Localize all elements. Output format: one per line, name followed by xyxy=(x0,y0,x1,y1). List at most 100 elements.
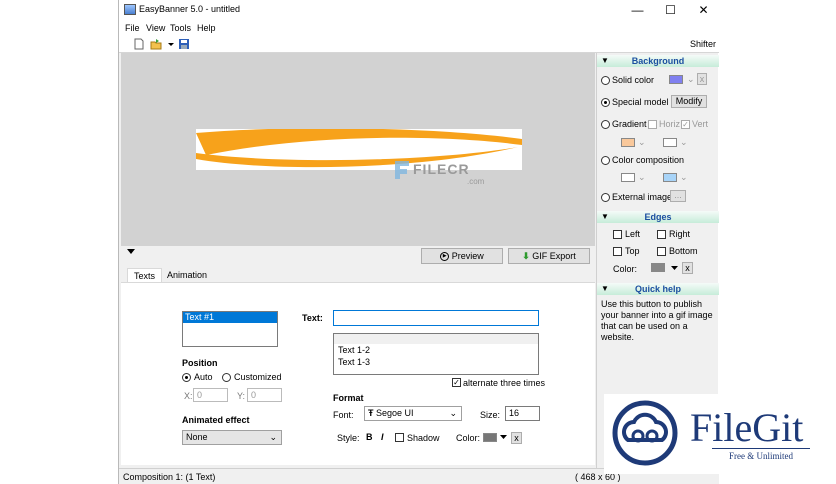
quick-help-header[interactable]: ▼ Quick help xyxy=(597,283,719,295)
clear-color-button[interactable]: x xyxy=(697,73,707,85)
chevron-down-icon[interactable]: ⌄ xyxy=(680,137,688,148)
customized-radio[interactable] xyxy=(222,373,231,382)
special-model-radio[interactable] xyxy=(601,98,610,107)
alternate-text-list[interactable]: Text 1-2 Text 1-3 xyxy=(333,333,539,375)
edge-top-label: Top xyxy=(625,246,640,256)
text-label: Text: xyxy=(302,313,323,323)
chevron-down-icon[interactable]: ⌄ xyxy=(638,172,646,183)
chevron-down-icon[interactable]: ⌄ xyxy=(680,172,688,183)
special-model-label: Special model xyxy=(612,97,669,107)
text-input[interactable] xyxy=(333,310,539,326)
shifter-label[interactable]: Shifter xyxy=(690,39,716,49)
edge-bottom-checkbox[interactable] xyxy=(657,247,666,256)
collapse-triangle-icon[interactable] xyxy=(127,248,135,256)
quick-help-text: Use this button to publish your banner i… xyxy=(601,299,713,342)
edge-right-label: Right xyxy=(669,229,691,239)
maximize-button[interactable]: ☐ xyxy=(654,0,687,20)
filegit-logo-icon xyxy=(612,400,678,466)
chevron-down-icon: ⌄ xyxy=(449,408,457,418)
collapse-triangle-icon: ▼ xyxy=(601,56,609,65)
edge-top-checkbox[interactable] xyxy=(613,247,622,256)
tab-texts[interactable]: Texts xyxy=(127,268,163,282)
animated-effect-select[interactable]: None ⌄ xyxy=(182,430,282,445)
bold-button[interactable]: B xyxy=(366,432,373,442)
format-label: Format xyxy=(333,393,364,403)
chevron-down-icon[interactable] xyxy=(500,435,507,440)
position-label: Position xyxy=(182,358,218,368)
open-folder-icon[interactable] xyxy=(150,38,162,50)
font-select[interactable]: Ŧ Segoe UI ⌄ xyxy=(364,406,462,421)
banner-canvas[interactable]: FILECR .com xyxy=(121,53,595,246)
play-icon: ▶ xyxy=(440,252,450,262)
color-composition-radio[interactable] xyxy=(601,156,610,165)
horiz-checkbox[interactable] xyxy=(648,120,657,129)
menu-view[interactable]: View xyxy=(146,23,165,33)
x-label: X: xyxy=(184,391,193,401)
title-bar: EasyBanner 5.0 - untitled — ☐ ✕ xyxy=(119,0,719,20)
size-label: Size: xyxy=(480,410,501,420)
color-composition-label: Color composition xyxy=(612,155,685,165)
shadow-label: Shadow xyxy=(407,433,440,443)
list-item[interactable]: Text 1-2 xyxy=(334,344,538,356)
auto-radio[interactable] xyxy=(182,373,191,382)
gif-export-button[interactable]: ⬇ GIF Export xyxy=(508,248,590,264)
x-input[interactable]: 0 xyxy=(193,388,228,402)
window-title: EasyBanner 5.0 - untitled xyxy=(139,4,241,14)
preview-button[interactable]: ▶ Preview xyxy=(421,248,503,264)
effect-value: None xyxy=(186,432,208,442)
save-icon[interactable] xyxy=(178,38,190,50)
list-item[interactable]: Text #1 xyxy=(183,312,277,323)
filegit-wordmark: FileGit xyxy=(690,405,804,450)
close-button[interactable]: ✕ xyxy=(687,0,720,20)
composition-color1-swatch[interactable] xyxy=(621,173,635,182)
list-item[interactable]: Text 1-3 xyxy=(334,356,538,368)
gradient-label: Gradient xyxy=(612,119,647,129)
text-color-swatch[interactable] xyxy=(483,433,497,442)
menu-tools[interactable]: Tools xyxy=(170,23,191,33)
vert-checkbox[interactable]: ✓ xyxy=(681,120,690,129)
collapse-triangle-icon: ▼ xyxy=(601,284,609,293)
alternate-label: alternate three times xyxy=(463,378,546,388)
color-label: Color: xyxy=(456,433,481,443)
composition-color2-swatch[interactable] xyxy=(663,173,677,182)
chevron-down-icon[interactable]: ⌄ xyxy=(687,74,695,85)
modify-button[interactable]: Modify xyxy=(671,95,707,108)
browse-image-button[interactable]: ... xyxy=(670,190,686,202)
menu-help[interactable]: Help xyxy=(197,23,216,33)
status-composition: Composition 1: (1 Text) xyxy=(123,472,216,482)
background-header[interactable]: ▼ Background xyxy=(597,55,719,67)
tab-animation[interactable]: Animation xyxy=(161,268,213,282)
gradient-color1-swatch[interactable] xyxy=(621,138,635,147)
edge-bottom-label: Bottom xyxy=(669,246,698,256)
size-input[interactable]: 16 xyxy=(505,406,540,421)
auto-label: Auto xyxy=(194,372,213,382)
external-image-radio[interactable] xyxy=(601,193,610,202)
solid-color-swatch[interactable] xyxy=(669,75,683,84)
y-label: Y: xyxy=(237,391,246,401)
clear-edge-color-button[interactable]: x xyxy=(682,262,693,274)
italic-button[interactable]: I xyxy=(381,432,384,442)
new-file-icon[interactable] xyxy=(133,38,145,50)
chevron-down-icon[interactable] xyxy=(165,38,177,50)
menu-file[interactable]: File xyxy=(125,23,140,33)
gif-export-label: GIF Export xyxy=(532,251,576,261)
tab-strip: Texts Animation xyxy=(121,266,595,282)
edge-left-checkbox[interactable] xyxy=(613,230,622,239)
filegit-logo: FileGit Free & Unlimited xyxy=(604,394,826,474)
gradient-radio[interactable] xyxy=(601,120,610,129)
edges-title: Edges xyxy=(644,212,672,222)
text-list[interactable]: Text #1 xyxy=(182,311,278,347)
gradient-color2-swatch[interactable] xyxy=(663,138,677,147)
y-input[interactable]: 0 xyxy=(247,388,282,402)
clear-color-button[interactable]: x xyxy=(511,432,522,444)
solid-color-radio[interactable] xyxy=(601,76,610,85)
watermark-logo-icon xyxy=(395,161,409,179)
chevron-down-icon[interactable]: ⌄ xyxy=(638,137,646,148)
edge-right-checkbox[interactable] xyxy=(657,230,666,239)
edge-color-swatch[interactable] xyxy=(651,263,665,272)
alternate-checkbox[interactable]: ✓ xyxy=(452,378,461,387)
chevron-down-icon[interactable] xyxy=(671,266,678,271)
minimize-button[interactable]: — xyxy=(621,0,654,20)
shadow-checkbox[interactable] xyxy=(395,433,404,442)
edges-header[interactable]: ▼ Edges xyxy=(597,211,719,223)
